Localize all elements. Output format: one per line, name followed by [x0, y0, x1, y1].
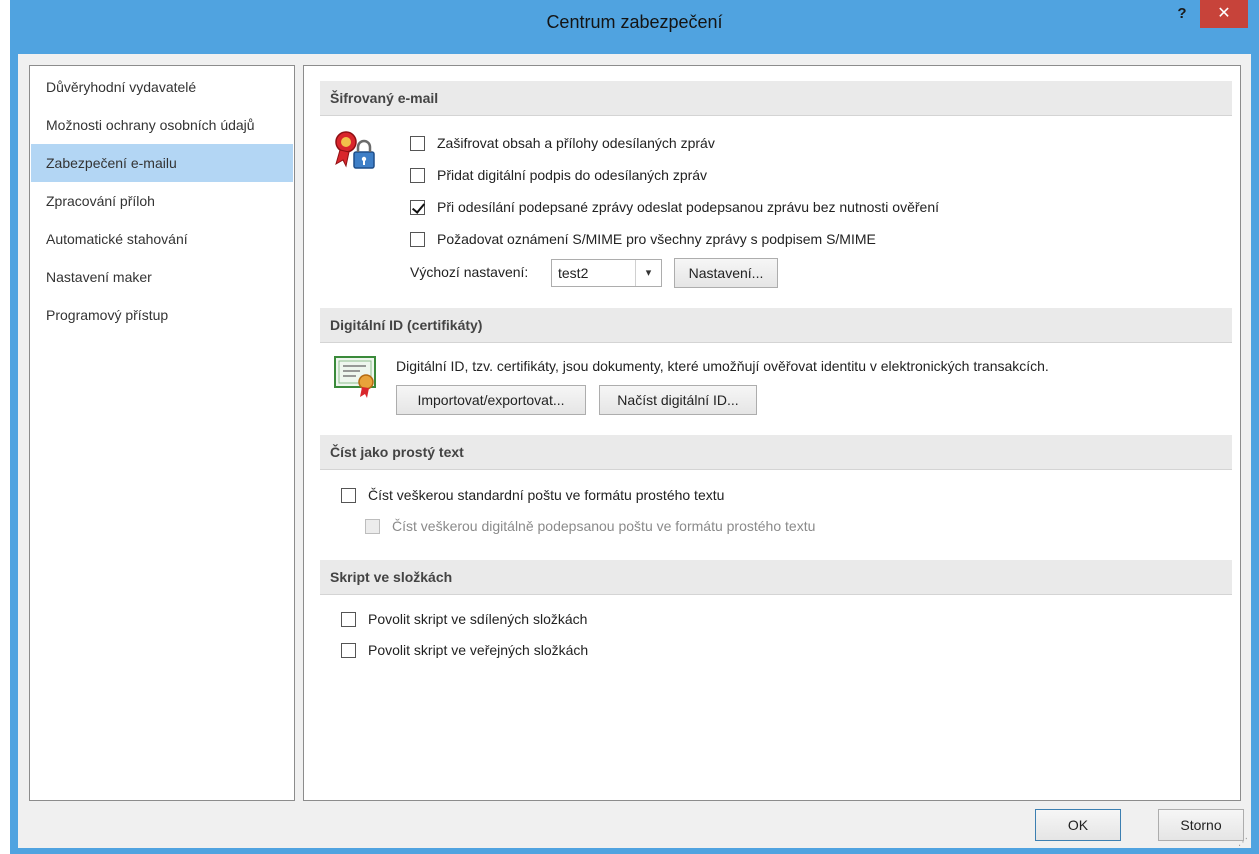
shared-folder-script-label: Povolit skript ve sdílených složkách [368, 611, 588, 627]
close-button[interactable]: ✕ [1200, 0, 1248, 28]
add-signature-label: Přidat digitální podpis do odesílaných z… [437, 167, 708, 183]
ok-button[interactable]: OK [1035, 809, 1121, 841]
content-panel: Šifrovaný e-mail Zašifrovat obsah a příl… [303, 65, 1241, 801]
send-clear-text-signed-label: Při odesílání podepsané zprávy odeslat p… [437, 199, 940, 215]
send-clear-text-signed-checkbox[interactable] [410, 199, 425, 215]
section-heading-encrypted-email: Šifrovaný e-mail [320, 81, 1232, 116]
read-plain-text-row[interactable]: Číst veškerou standardní poštu ve formát… [341, 484, 724, 506]
sidebar-item-automatic-download[interactable]: Automatické stahování [31, 220, 293, 258]
sidebar: Důvěryhodní vydavatelé Možnosti ochrany … [29, 65, 295, 801]
window-title: Centrum zabezpečení [546, 12, 723, 32]
public-folder-script-row[interactable]: Povolit skript ve veřejných složkách [341, 639, 588, 661]
shared-folder-script-row[interactable]: Povolit skript ve sdílených složkách [341, 608, 587, 630]
add-signature-checkbox[interactable] [410, 167, 425, 183]
certificate-icon [334, 356, 376, 398]
get-digital-id-button[interactable]: Načíst digitální ID... [599, 385, 757, 415]
read-signed-plain-text-label: Číst veškerou digitálně podepsanou poštu… [392, 518, 816, 534]
settings-button[interactable]: Nastavení... [674, 258, 778, 288]
read-plain-text-label: Číst veškerou standardní poštu ve formát… [368, 487, 725, 503]
section-heading-folder-script: Skript ve složkách [320, 560, 1232, 595]
chevron-down-icon[interactable]: ▾ [635, 260, 661, 286]
sidebar-item-trusted-publishers[interactable]: Důvěryhodní vydavatelé [31, 68, 293, 106]
cancel-button[interactable]: Storno [1158, 809, 1244, 841]
sidebar-item-privacy-options[interactable]: Možnosti ochrany osobních údajů [31, 106, 293, 144]
request-smime-receipt-row[interactable]: Požadovat oznámení S/MIME pro všechny zp… [410, 228, 876, 250]
certificate-lock-icon [335, 131, 375, 169]
sidebar-item-programmatic-access[interactable]: Programový přístup [31, 296, 293, 334]
import-export-button[interactable]: Importovat/exportovat... [396, 385, 586, 415]
encrypt-contents-label: Zašifrovat obsah a přílohy odesílaných z… [437, 135, 715, 151]
default-setting-value: test2 [558, 265, 589, 281]
default-setting-select[interactable]: test2 ▾ [551, 259, 662, 287]
sidebar-item-macro-settings[interactable]: Nastavení maker [31, 258, 293, 296]
request-smime-receipt-label: Požadovat oznámení S/MIME pro všechny zp… [437, 231, 876, 247]
title-bar: Centrum zabezpečení [10, 0, 1259, 44]
read-signed-plain-text-checkbox [365, 518, 380, 534]
close-icon: ✕ [1217, 5, 1231, 22]
request-smime-receipt-checkbox[interactable] [410, 231, 425, 247]
encrypt-contents-row[interactable]: Zašifrovat obsah a přílohy odesílaných z… [410, 132, 715, 154]
read-signed-plain-text-row: Číst veškerou digitálně podepsanou poštu… [365, 515, 815, 537]
send-clear-text-signed-row[interactable]: Při odesílání podepsané zprávy odeslat p… [410, 196, 939, 218]
read-plain-text-checkbox[interactable] [341, 487, 356, 503]
sidebar-item-attachment-handling[interactable]: Zpracování příloh [31, 182, 293, 220]
dialog-window: Centrum zabezpečení ? ✕ Důvěryhodní vyda… [0, 0, 1259, 854]
add-signature-row[interactable]: Přidat digitální podpis do odesílaných z… [410, 164, 707, 186]
resize-grip-icon[interactable]: ⋰ [1238, 836, 1252, 850]
sidebar-item-email-security[interactable]: Zabezpečení e-mailu [31, 144, 293, 182]
encrypt-contents-checkbox[interactable] [410, 135, 425, 151]
digital-id-description: Digitální ID, tzv. certifikáty, jsou dok… [396, 358, 1049, 374]
public-folder-script-label: Povolit skript ve veřejných složkách [368, 642, 589, 658]
shared-folder-script-checkbox[interactable] [341, 611, 356, 627]
section-heading-digital-id: Digitální ID (certifikáty) [320, 308, 1232, 343]
section-heading-plain-text: Číst jako prostý text [320, 435, 1232, 470]
public-folder-script-checkbox[interactable] [341, 642, 356, 658]
default-setting-label: Výchozí nastavení: [410, 264, 529, 280]
help-button[interactable]: ? [1164, 2, 1200, 26]
